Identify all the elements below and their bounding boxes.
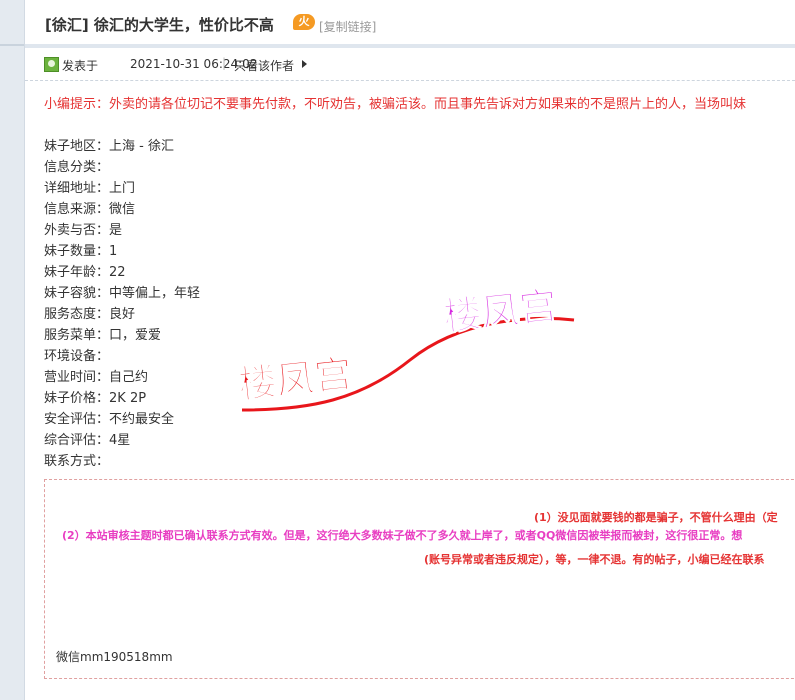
field-environment: 环境设备：: [44, 349, 110, 364]
field-source: 信息来源：微信: [44, 202, 136, 217]
only-author-link[interactable]: 只看该作者: [234, 57, 294, 74]
left-rail: [0, 0, 25, 700]
post-meta: 发表于 2021-10-31 06:24:02 | 只看该作者: [25, 50, 795, 81]
disclaimer-line-3: (账号异常或者违反规定），等，一律不退。有的帖子，小编已经在联系: [424, 553, 765, 566]
disclaimer-line-2: (2）本站审核主题时都已确认联系方式有效。但是，这行绝大多数妹子做不了多久就上岸…: [62, 529, 743, 542]
meta-separator: |: [222, 56, 227, 70]
thread-title: [徐汇] 徐汇的大学生，性价比不高: [45, 16, 274, 34]
field-contact: 联系方式：: [44, 454, 110, 469]
field-safety: 安全评估：不约最安全: [44, 412, 175, 427]
field-price: 妹子价格：2K 2P: [44, 391, 147, 406]
field-age: 妹子年龄：22: [44, 265, 126, 280]
copy-link[interactable]: [复制链接]: [319, 18, 376, 35]
disclaimer-line-1: (1）没见面就要钱的都是骗子，不管什么理由（定: [534, 511, 778, 524]
posted-label: 发表于: [62, 59, 99, 73]
disclaimer-box: (1）没见面就要钱的都是骗子，不管什么理由（定 (2）本站审核主题时都已确认联系…: [44, 479, 795, 679]
field-category: 信息分类：: [44, 160, 110, 175]
hot-icon: 火: [293, 14, 315, 30]
online-user-icon: [44, 57, 59, 72]
field-region: 妹子地区：上海 - 徐汇: [44, 139, 174, 154]
post-content: [徐汇] 徐汇的大学生，性价比不高 火 [复制链接] 发表于 2021-10-3…: [25, 0, 795, 700]
editor-notice: 小编提示：外卖的请各位切记不要事先付款，不听劝告，被骗活该。而且事先告诉对方如果…: [44, 97, 747, 112]
thread-title-bar: [徐汇] 徐汇的大学生，性价比不高 火 [复制链接]: [25, 0, 795, 48]
arrow-right-icon[interactable]: [302, 60, 307, 68]
field-attitude: 服务态度：良好: [44, 307, 136, 322]
contact-wechat: 微信mm190518mm: [56, 650, 173, 664]
field-count: 妹子数量：1: [44, 244, 118, 259]
field-delivery: 外卖与否：是: [44, 223, 123, 238]
watermark-logo: 楼凤宫 楼凤宫: [240, 283, 575, 412]
watermark-text-right: 楼凤宫: [441, 283, 559, 339]
field-menu: 服务菜单：口，爱爱: [44, 328, 162, 343]
field-overall: 综合评估：4星: [44, 433, 131, 448]
field-address: 详细地址：上门: [44, 181, 136, 196]
field-hours: 营业时间：自己约: [44, 370, 149, 385]
field-appearance: 妹子容貌：中等偏上，年轻: [44, 286, 201, 301]
rail-divider: [0, 44, 24, 46]
